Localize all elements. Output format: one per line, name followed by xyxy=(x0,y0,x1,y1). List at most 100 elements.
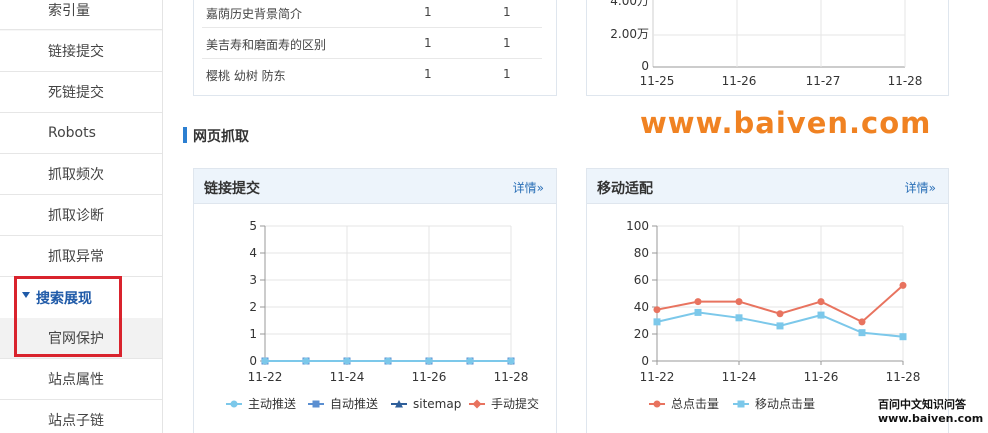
table-row: 美吉寿和磨面寿的区别 1 1 xyxy=(202,28,542,59)
y-tick-label: 3 xyxy=(249,273,257,287)
legend-label: sitemap xyxy=(413,397,461,411)
x-tick-label: 11-28 xyxy=(494,370,529,384)
corner-watermark-line: 百问中文知识问答 xyxy=(878,398,966,411)
data-point xyxy=(899,281,907,289)
sidebar-item-label: 链接提交 xyxy=(48,44,104,60)
data-point xyxy=(507,357,515,365)
table-cell-value: 1 xyxy=(424,67,432,81)
legend-marker xyxy=(230,400,238,408)
data-point xyxy=(735,314,743,322)
data-point xyxy=(694,298,702,306)
sidebar-item-label: 抓取异常 xyxy=(48,249,104,265)
data-point xyxy=(694,308,702,316)
keyword-table-panel: 嘉荫历史背景简介 1 1 美吉寿和磨面寿的区别 1 1 樱桃 幼树 防东 1 1 xyxy=(193,0,557,96)
data-point xyxy=(858,318,866,326)
sidebar-item-site-attributes[interactable]: 站点属性 xyxy=(0,359,162,400)
y-tick-label: 0 xyxy=(641,354,649,368)
table-cell-keyword[interactable]: 樱桃 幼树 防东 xyxy=(206,67,286,84)
corner-watermark-line: www.baiven.com xyxy=(878,412,984,425)
x-tick-label: 11-26 xyxy=(804,370,839,384)
section-title: 网页抓取 xyxy=(193,129,249,145)
x-tick-label: 11-25 xyxy=(640,74,675,88)
sidebar-item-crawl-frequency[interactable]: 抓取频次 xyxy=(0,154,162,195)
y-tick-label: 4.00万 xyxy=(610,0,649,8)
table-row: 樱桃 幼树 防东 1 1 xyxy=(202,59,542,90)
mobile-adapt-card: 移动适配 详情» 0 20 40 60 80 100 11-22 11-24 11-26 11-2… xyxy=(586,168,949,433)
legend-label: 主动推送 xyxy=(248,396,296,411)
data-point xyxy=(899,333,907,341)
sidebar-item-crawl-errors[interactable]: 抓取异常 xyxy=(0,236,162,277)
legend-marker xyxy=(312,400,320,408)
table-row: 嘉荫历史背景简介 1 1 xyxy=(202,0,542,28)
table-cell-value: 1 xyxy=(503,67,511,81)
data-point xyxy=(735,298,743,306)
data-point xyxy=(653,306,661,314)
legend-marker xyxy=(737,400,745,408)
top-chart-panel: 4.00万 2.00万 0 11-25 11-26 11-27 11-28 xyxy=(586,0,949,96)
sidebar-item-robots[interactable]: Robots xyxy=(0,113,162,154)
link-submit-chart: 0 1 2 3 4 5 11-22 11-24 11-26 11-28 主动推送 自动推送 sitema… xyxy=(226,219,539,411)
x-tick-label: 11-22 xyxy=(248,370,283,384)
legend-marker xyxy=(653,400,661,408)
table-cell-keyword[interactable]: 美吉寿和磨面寿的区别 xyxy=(206,36,326,53)
sidebar-item-deadlink-submit[interactable]: 死链提交 xyxy=(0,72,162,113)
corner-watermark: 百问中文知识问答 www.baiven.com xyxy=(878,398,983,426)
data-point xyxy=(817,311,825,319)
legend-label: 手动提交 xyxy=(491,396,539,411)
x-tick-label: 11-28 xyxy=(886,370,921,384)
top-chart: 4.00万 2.00万 0 11-25 11-26 11-27 11-28 xyxy=(610,0,923,88)
sidebar-item-link-submit[interactable]: 链接提交 xyxy=(0,31,162,72)
legend-label: 移动点击量 xyxy=(755,397,815,411)
sidebar-item-label: 抓取诊断 xyxy=(48,208,104,224)
y-tick-label: 20 xyxy=(634,327,649,341)
legend-label: 自动推送 xyxy=(330,396,378,411)
data-point xyxy=(261,357,269,365)
table-cell-value: 1 xyxy=(424,5,432,19)
link-submit-card: 链接提交 详情» 0 1 2 3 4 5 11-22 11-24 11-26 11-28 主动推送自… xyxy=(193,168,557,433)
data-point xyxy=(776,322,784,330)
x-tick-label: 11-24 xyxy=(330,370,365,384)
x-tick-label: 11-28 xyxy=(888,74,923,88)
data-point xyxy=(817,298,825,306)
y-tick-label: 40 xyxy=(634,300,649,314)
sidebar-item-site-sublinks[interactable]: 站点子链 xyxy=(0,400,162,433)
legend-marker xyxy=(472,399,482,409)
mobile-adapt-chart: 0 20 40 60 80 100 11-22 11-24 11-26 11-28 总点击量 移动点击… xyxy=(626,219,921,411)
sidebar: 索引量 链接提交 死链提交 Robots 抓取频次 抓取诊断 抓取异常 搜索展现… xyxy=(0,0,163,433)
data-point xyxy=(858,329,866,337)
sidebar-item-index-volume[interactable]: 索引量 xyxy=(0,0,162,30)
table-cell-value: 1 xyxy=(503,5,511,19)
x-tick-label: 11-26 xyxy=(412,370,447,384)
sidebar-item-label: 索引量 xyxy=(48,2,90,19)
watermark-text: www.baiven.com xyxy=(640,106,932,140)
y-tick-label: 2.00万 xyxy=(610,27,649,41)
data-point xyxy=(425,357,433,365)
x-tick-label: 11-24 xyxy=(722,370,757,384)
y-tick-label: 5 xyxy=(249,219,257,233)
data-point xyxy=(302,357,310,365)
y-tick-label: 100 xyxy=(626,219,649,233)
sidebar-item-label: 抓取频次 xyxy=(48,167,104,183)
sidebar-item-label: Robots xyxy=(48,125,96,141)
x-tick-label: 11-27 xyxy=(806,74,841,88)
data-point xyxy=(384,357,392,365)
sidebar-item-crawl-diagnosis[interactable]: 抓取诊断 xyxy=(0,195,162,236)
legend-label: 总点击量 xyxy=(671,397,719,411)
table-cell-keyword[interactable]: 嘉荫历史背景简介 xyxy=(206,5,302,22)
table-cell-value: 1 xyxy=(424,36,432,50)
y-tick-label: 0 xyxy=(641,59,649,73)
y-tick-label: 4 xyxy=(249,246,257,260)
y-tick-label: 2 xyxy=(249,300,257,314)
data-point xyxy=(653,318,661,326)
y-tick-label: 0 xyxy=(249,354,257,368)
x-tick-label: 11-22 xyxy=(640,370,675,384)
y-tick-label: 1 xyxy=(249,327,257,341)
data-point xyxy=(343,357,351,365)
sidebar-item-label: 站点属性 xyxy=(48,372,104,388)
y-tick-label: 60 xyxy=(634,273,649,287)
y-tick-label: 80 xyxy=(634,246,649,260)
sidebar-item-label: 死链提交 xyxy=(48,85,104,101)
sidebar-item-label: 站点子链 xyxy=(48,413,104,429)
x-tick-label: 11-26 xyxy=(722,74,757,88)
data-point xyxy=(466,357,474,365)
